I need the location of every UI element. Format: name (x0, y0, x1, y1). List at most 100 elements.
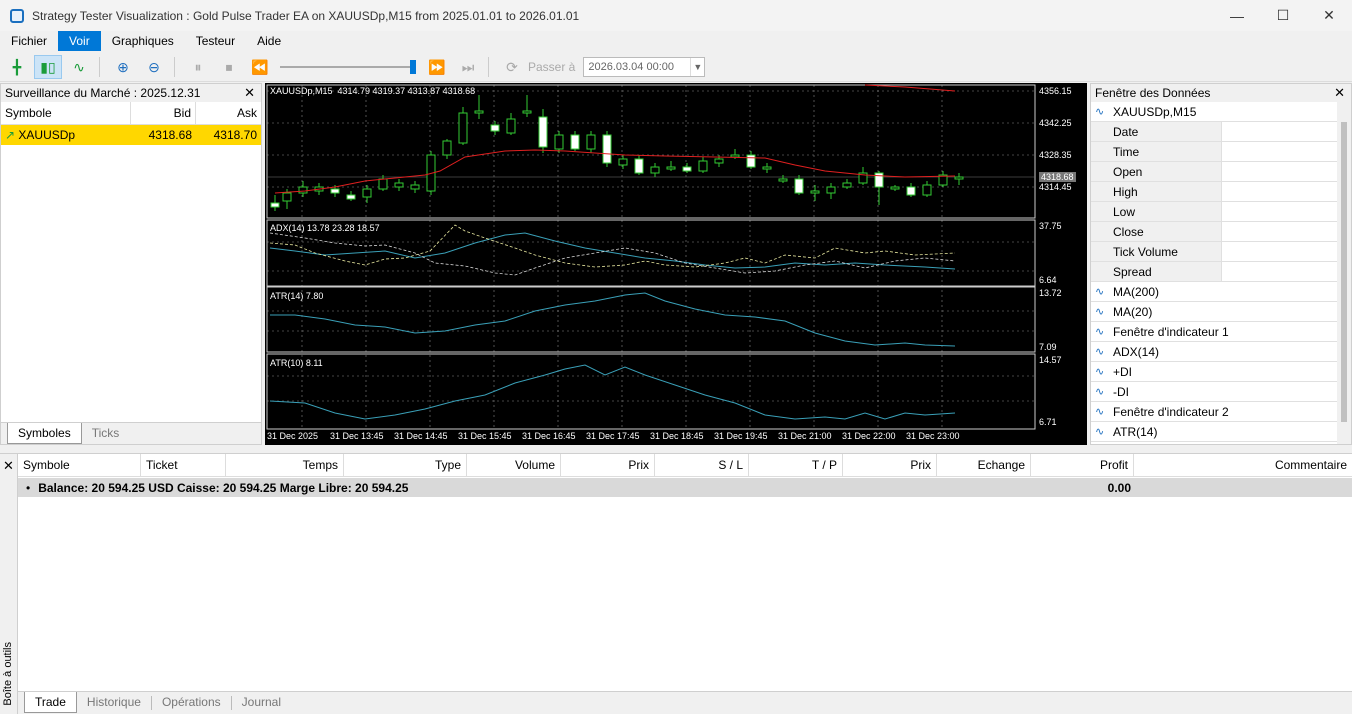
minimize-button[interactable]: — (1214, 0, 1260, 31)
column-ticket[interactable]: Ticket (141, 454, 226, 476)
atr14-tick: 7.09 (1039, 342, 1057, 352)
candlestick-chart-icon[interactable]: ▮▯ (34, 55, 62, 79)
candle (298, 186, 308, 194)
column-symbole[interactable]: Symbole (1, 102, 131, 124)
menu-fichier[interactable]: Fichier (0, 31, 58, 51)
tab-ticks[interactable]: Ticks (82, 423, 130, 444)
market-row[interactable]: ↗ XAUUSDp 4318.68 4318.70 (1, 125, 261, 145)
data-row-label: +DI (1113, 365, 1133, 379)
chart-icon: ∿ (1095, 106, 1105, 118)
candle (906, 186, 916, 196)
window-icon: ∿ (1095, 406, 1105, 418)
data-row-label: Low (1091, 202, 1221, 221)
line-chart-icon[interactable]: ∿ (65, 55, 93, 79)
column-tp[interactable]: T / P (749, 454, 843, 476)
candle (570, 134, 580, 150)
candle (618, 158, 628, 166)
price-tick: 4314.45 (1039, 182, 1072, 192)
indicator-icon: ∿ (1095, 306, 1105, 318)
chart-area[interactable]: XAUUSDp,M15 4314.79 4319.37 4313.87 4318… (265, 83, 1087, 445)
candle (794, 178, 804, 194)
column-profit[interactable]: Profit (1031, 454, 1134, 476)
tab-operations[interactable]: Opérations (152, 692, 231, 713)
candle (682, 166, 692, 172)
skip-end-icon[interactable]: ⏭ (454, 55, 482, 79)
stop-icon[interactable]: ⏹ (215, 55, 243, 79)
column-sl[interactable]: S / L (655, 454, 749, 476)
bullet-icon: • (26, 480, 31, 495)
chevron-down-icon[interactable]: ▼ (690, 58, 704, 76)
maximize-button[interactable]: ☐ (1260, 0, 1306, 31)
column-commentaire[interactable]: Commentaire (1134, 454, 1352, 476)
candle (714, 158, 724, 164)
candle (330, 188, 340, 194)
ma20-line (274, 149, 956, 194)
indicator-icon: ∿ (1095, 366, 1105, 378)
balance-row[interactable]: • Balance: 20 594.25 USD Caisse: 20 594.… (18, 478, 1352, 497)
column-prix[interactable]: Prix (561, 454, 655, 476)
data-row-label: MA(200) (1113, 285, 1160, 299)
data-row-label: XAUUSDp,M15 (1113, 105, 1197, 119)
goto-label[interactable]: Passer à (528, 60, 575, 74)
candle (270, 202, 280, 208)
speed-slider[interactable] (280, 55, 420, 79)
adx-tick: 37.75 (1039, 221, 1062, 231)
candle (762, 166, 772, 170)
atr10-tick: 6.71 (1039, 417, 1057, 427)
data-row-label: Tick Volume (1091, 242, 1221, 261)
candle (538, 116, 548, 148)
candle (442, 140, 452, 156)
tab-trade[interactable]: Trade (24, 692, 77, 713)
time-tick: 31 Dec 19:45 (714, 431, 768, 441)
zoom-out-icon[interactable]: ⊖ (140, 55, 168, 79)
column-symbole[interactable]: Symbole (18, 454, 141, 476)
tab-historique[interactable]: Historique (77, 692, 151, 713)
menu-voir[interactable]: Voir (58, 31, 101, 51)
time-tick: 31 Dec 18:45 (650, 431, 704, 441)
candle (954, 176, 964, 180)
adx-tick: 6.64 (1039, 275, 1057, 285)
toolbar: ╋ ▮▯ ∿ ⊕ ⊖ ⏸ ⏹ ⏪ ⏩ ⏭ ⟳ Passer à 2026.03.… (0, 53, 1352, 82)
time-tick: 31 Dec 16:45 (522, 431, 576, 441)
price-scale: 4356.15 4342.25 4328.35 4318.68 4314.45 … (1039, 83, 1087, 429)
time-tick: 31 Dec 14:45 (394, 431, 448, 441)
column-volume[interactable]: Volume (467, 454, 561, 476)
tab-symboles[interactable]: Symboles (7, 423, 82, 444)
menu-testeur[interactable]: Testeur (185, 31, 246, 51)
atr14-tick: 13.72 (1039, 288, 1062, 298)
data-row-label: Fenêtre d'indicateur 2 (1113, 405, 1229, 419)
menu-graphiques[interactable]: Graphiques (101, 31, 185, 51)
menu-bar: Fichier Voir Graphiques Testeur Aide (0, 31, 1352, 51)
column-temps[interactable]: Temps (226, 454, 344, 476)
menu-aide[interactable]: Aide (246, 31, 292, 51)
candle (826, 186, 836, 194)
close-icon[interactable]: ✕ (244, 85, 255, 101)
fast-forward-icon[interactable]: ⏩ (423, 55, 451, 79)
close-button[interactable]: ✕ (1306, 0, 1352, 31)
column-echange[interactable]: Echange (937, 454, 1031, 476)
atr14-line (270, 292, 956, 347)
candle (586, 134, 596, 150)
app-icon (10, 8, 24, 23)
rewind-icon[interactable]: ⏪ (246, 55, 274, 79)
market-watch-panel: Surveillance du Marché : 2025.12.31 ✕ Sy… (0, 83, 262, 445)
data-row-label: Spread (1091, 262, 1221, 281)
goto-date-input[interactable]: 2026.03.04 00:00 ▼ (583, 57, 706, 77)
column-bid[interactable]: Bid (131, 102, 196, 124)
ma200-line (864, 84, 956, 92)
pause-icon[interactable]: ⏸ (184, 55, 212, 79)
bar-chart-icon[interactable]: ╋ (3, 55, 31, 79)
column-ask[interactable]: Ask (196, 102, 261, 124)
time-tick: 31 Dec 13:45 (330, 431, 384, 441)
zoom-in-icon[interactable]: ⊕ (109, 55, 137, 79)
column-type[interactable]: Type (344, 454, 467, 476)
close-icon[interactable]: ✕ (3, 458, 14, 474)
data-window-scrollbar[interactable] (1337, 102, 1351, 444)
atr10-tick: 14.57 (1039, 355, 1062, 365)
tab-journal[interactable]: Journal (232, 692, 291, 713)
column-prix-current[interactable]: Prix (843, 454, 937, 476)
price-tick: 4342.25 (1039, 118, 1072, 128)
close-icon[interactable]: ✕ (1334, 85, 1345, 101)
price-tick: 4356.15 (1039, 86, 1072, 96)
data-row-label: ATR(14) (1113, 425, 1158, 439)
